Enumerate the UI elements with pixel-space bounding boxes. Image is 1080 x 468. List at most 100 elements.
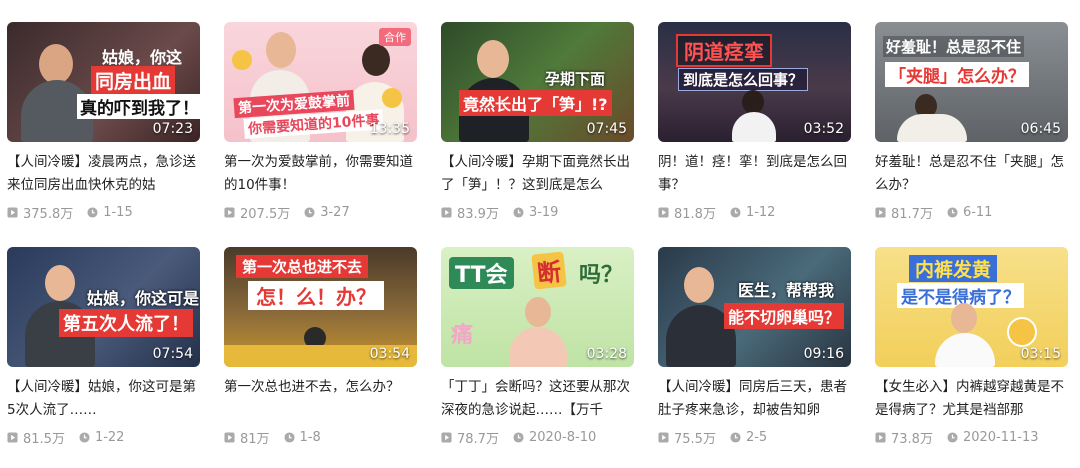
video-card[interactable]: 第一次总也进不去 怎！么！办？ 03:54 第一次总也进不去，怎么办？ 81万 …	[224, 247, 419, 447]
play-count-icon	[441, 432, 452, 443]
thumbnail-overlay-text: 医生，帮帮我	[738, 281, 835, 300]
view-count: 75.5万	[674, 432, 716, 447]
thumbnail-overlay-text: 孕期下面	[545, 70, 606, 88]
video-card[interactable]: 第一次为爱鼓掌前 你需要知道的10件事 合作 13:35 第一次为爱鼓掌前，你需…	[224, 22, 419, 222]
thumbnail-overlay-text: 内裤发黄	[909, 255, 998, 282]
video-card[interactable]: 姑娘，你这 同房出血 真的吓到我了！ 07:23 【人间冷暖】凌晨两点，急诊送来…	[7, 22, 202, 222]
person-head	[951, 303, 977, 333]
video-meta: 73.8万 2020-11-13	[875, 428, 1070, 447]
video-thumbnail[interactable]: TT会 断 吗？ 痛 03:28	[441, 247, 634, 367]
thumbnail-overlay-text: 到底是怎么回事？	[678, 68, 809, 91]
video-duration: 03:15	[1020, 346, 1061, 362]
thumbnail-overlay-text: 吗？	[579, 263, 624, 288]
person-head	[45, 265, 75, 301]
video-meta: 81.5万 1-22	[7, 428, 202, 447]
video-title[interactable]: 阴！道！痉！挛！到底是怎么回事？	[658, 151, 853, 197]
person-head	[525, 297, 551, 327]
video-thumbnail[interactable]: 孕期下面 竟然长出了「笋」!? 07:45	[441, 22, 634, 142]
publish-date: 2020-8-10	[528, 430, 597, 445]
view-count: 81.7万	[891, 207, 933, 222]
person-head	[362, 44, 390, 76]
video-thumbnail[interactable]: 好羞耻！总是忍不住 「夹腿」怎么办？ 06:45	[875, 22, 1068, 142]
thumbnail-overlay-text: 好羞耻！总是忍不住	[883, 36, 1025, 57]
video-title[interactable]: 第一次总也进不去，怎么办？	[224, 376, 419, 422]
play-count-icon	[7, 207, 18, 218]
video-title[interactable]: 好羞耻！总是忍不住「夹腿」怎么办？	[875, 151, 1070, 197]
thumbnail-overlay-text: 姑娘，你这	[102, 48, 183, 67]
video-duration: 07:23	[152, 121, 193, 137]
emoji-icon	[232, 50, 252, 70]
thumbnail-overlay-text: 痛	[451, 323, 474, 348]
video-duration: 06:45	[1020, 121, 1061, 137]
thumbnail-overlay-text: 姑娘，你这可是	[87, 289, 200, 308]
person-figure	[935, 333, 995, 367]
person-figure	[732, 112, 776, 142]
publish-date: 1-22	[94, 430, 125, 445]
thumbnail-overlay-text: 第五次人流了！	[59, 309, 193, 337]
video-duration: 03:28	[586, 346, 627, 362]
view-count: 73.8万	[891, 432, 933, 447]
video-thumbnail[interactable]: 第一次为爱鼓掌前 你需要知道的10件事 合作 13:35	[224, 22, 417, 142]
publish-date: 6-11	[962, 205, 993, 220]
video-card[interactable]: TT会 断 吗？ 痛 03:28 「丁丁」会断吗？这还要从那次深夜的急诊说起………	[441, 247, 636, 447]
play-count-icon	[7, 432, 18, 443]
play-count-icon	[441, 207, 452, 218]
video-meta: 207.5万 3-27	[224, 203, 419, 222]
video-meta: 81.7万 6-11	[875, 203, 1070, 222]
video-card[interactable]: 姑娘，你这可是 第五次人流了！ 07:54 【人间冷暖】姑娘，你这可是第5次人流…	[7, 247, 202, 447]
clock-icon	[513, 432, 524, 443]
view-count: 81万	[240, 432, 270, 447]
video-title[interactable]: 【人间冷暖】同房后三天，患者肚子疼来急诊，却被告知卵	[658, 376, 853, 422]
thumbnail-overlay-text: 竟然长出了「笋」!?	[459, 90, 612, 116]
video-title[interactable]: 第一次为爱鼓掌前，你需要知道的10件事！	[224, 151, 419, 197]
collab-badge: 合作	[379, 28, 411, 46]
thumbnail-overlay-text: 真的吓到我了！	[77, 94, 200, 119]
thumbnail-overlay-text: 怎！么！办？	[248, 281, 384, 310]
person-head	[684, 267, 714, 303]
view-count: 207.5万	[240, 207, 291, 222]
thumbnail-overlay-text: 第一次总也进不去	[236, 255, 369, 278]
video-thumbnail[interactable]: 阴道痉挛 到底是怎么回事？ 03:52	[658, 22, 851, 142]
clock-icon	[947, 207, 958, 218]
publish-date: 1-15	[103, 205, 133, 220]
person-figure	[897, 114, 967, 142]
video-grid: 姑娘，你这 同房出血 真的吓到我了！ 07:23 【人间冷暖】凌晨两点，急诊送来…	[0, 0, 1080, 468]
video-title[interactable]: 【人间冷暖】凌晨两点，急诊送来位同房出血快休克的姑	[7, 151, 202, 197]
emoji-icon	[382, 88, 402, 108]
view-count: 78.7万	[457, 432, 499, 447]
video-title[interactable]: 【人间冷暖】孕期下面竟然长出了「笋」！？这到底是怎么	[441, 151, 636, 197]
video-meta: 78.7万 2020-8-10	[441, 428, 636, 447]
video-thumbnail[interactable]: 医生，帮帮我 能不切卵巢吗？ 09:16	[658, 247, 851, 367]
video-card[interactable]: 好羞耻！总是忍不住 「夹腿」怎么办？ 06:45 好羞耻！总是忍不住「夹腿」怎么…	[875, 22, 1070, 222]
clock-icon	[87, 207, 98, 218]
person-figure	[509, 327, 567, 367]
thumbnail-overlay-text: 阴道痉挛	[676, 34, 772, 67]
video-thumbnail[interactable]: 内裤发黄 是不是得病了？ 03:15	[875, 247, 1068, 367]
video-card[interactable]: 内裤发黄 是不是得病了？ 03:15 【女生必入】内裤越穿越黄是不是得病了？尤其…	[875, 247, 1070, 447]
thumbnail-overlay-text: 能不切卵巢吗？	[724, 303, 845, 329]
clock-icon	[284, 432, 295, 443]
thumbnail-overlay-text: 断	[531, 251, 567, 290]
clock-icon	[730, 207, 741, 218]
video-thumbnail[interactable]: 第一次总也进不去 怎！么！办？ 03:54	[224, 247, 417, 367]
video-title[interactable]: 【女生必入】内裤越穿越黄是不是得病了？尤其是裆部那	[875, 376, 1070, 422]
video-thumbnail[interactable]: 姑娘，你这 同房出血 真的吓到我了！ 07:23	[7, 22, 200, 142]
video-thumbnail[interactable]: 姑娘，你这可是 第五次人流了！ 07:54	[7, 247, 200, 367]
video-card[interactable]: 阴道痉挛 到底是怎么回事？ 03:52 阴！道！痉！挛！到底是怎么回事？ 81.…	[658, 22, 853, 222]
clock-icon	[513, 207, 524, 218]
video-title[interactable]: 【人间冷暖】姑娘，你这可是第5次人流了……	[7, 376, 202, 422]
publish-date: 1-12	[745, 205, 776, 220]
video-card[interactable]: 孕期下面 竟然长出了「笋」!? 07:45 【人间冷暖】孕期下面竟然长出了「笋」…	[441, 22, 636, 222]
view-count: 375.8万	[23, 207, 74, 222]
video-duration: 07:54	[152, 346, 193, 362]
video-card[interactable]: 医生，帮帮我 能不切卵巢吗？ 09:16 【人间冷暖】同房后三天，患者肚子疼来急…	[658, 247, 853, 447]
view-count: 81.5万	[23, 432, 65, 447]
clock-icon	[730, 432, 741, 443]
video-meta: 83.9万 3-19	[441, 203, 636, 222]
thumbnail-overlay-text: 同房出血	[91, 66, 176, 95]
clock-icon	[947, 432, 958, 443]
video-title[interactable]: 「丁丁」会断吗？这还要从那次深夜的急诊说起……【万千	[441, 376, 636, 422]
person-head	[477, 40, 509, 78]
video-duration: 03:52	[803, 121, 844, 137]
video-duration: 07:45	[586, 121, 627, 137]
